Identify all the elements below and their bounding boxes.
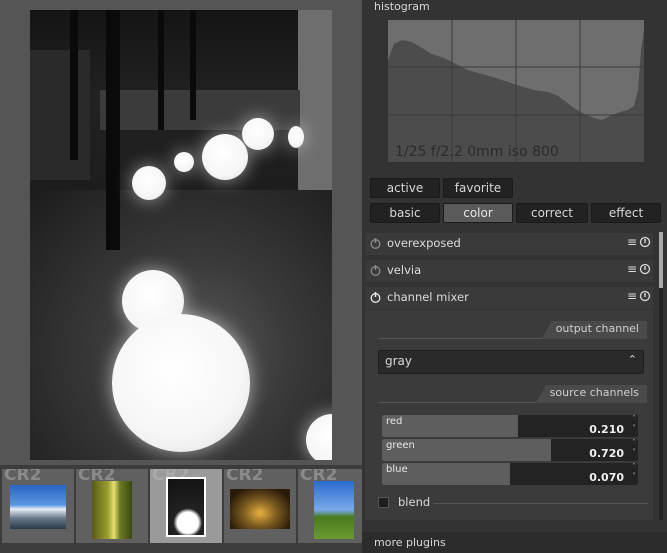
chevron-updown-icon: ⌃ <box>627 353 637 366</box>
slider-value: 0.070 <box>589 471 624 484</box>
tab-correct[interactable]: correct <box>516 203 588 223</box>
thumbnail-image-mountains <box>10 485 66 529</box>
source-channels-label: source channels <box>535 385 647 403</box>
output-channel-select[interactable]: gray ⌃ <box>378 350 644 374</box>
reset-icon[interactable] <box>639 290 651 302</box>
power-icon[interactable] <box>369 291 382 304</box>
photo-glow-sphere <box>202 134 248 180</box>
tab-color[interactable]: color <box>443 203 513 223</box>
slider-blue[interactable]: blue 0.070 ˄ ˅ <box>382 463 638 485</box>
slider-red[interactable]: red 0.210 ˄ ˅ <box>382 415 638 437</box>
output-channel-label: output channel <box>541 321 647 339</box>
tab-favorite[interactable]: favorite <box>443 178 513 198</box>
module-label: overexposed <box>387 236 461 250</box>
tab-active[interactable]: active <box>370 178 440 198</box>
thumbnail-image-courtyard <box>230 489 290 529</box>
section-divider <box>379 338 549 339</box>
module-overexposed[interactable]: overexposed ≡ <box>365 233 653 255</box>
photo-tree <box>106 10 120 250</box>
thumbnail-extension: CR2 <box>226 469 264 485</box>
module-label: velvia <box>387 263 422 277</box>
photo-preview[interactable] <box>30 10 332 460</box>
thumbnail-image-field <box>314 481 354 539</box>
slider-green[interactable]: green 0.720 ˄ ˅ <box>382 439 638 461</box>
photo-tree <box>190 10 196 120</box>
stepper-arrows-icon[interactable]: ˄ ˅ <box>632 415 636 434</box>
hamburger-menu-icon[interactable]: ≡ <box>627 262 637 276</box>
module-channel-mixer[interactable]: channel mixer ≡ <box>365 287 653 309</box>
output-channel-value: gray <box>385 354 413 368</box>
thumbnail-image-alley <box>92 481 132 539</box>
histogram[interactable]: 1/25 f/2.2 0mm iso 800 <box>388 20 644 162</box>
right-panel: histogram 1/25 f/2.2 0mm iso 800 active … <box>362 0 667 553</box>
photo-glow-sphere <box>242 118 274 150</box>
photo-tree <box>158 10 164 130</box>
stepper-arrows-icon[interactable]: ˄ ˅ <box>632 439 636 458</box>
filmstrip-thumbnail[interactable]: CR2 <box>298 469 370 543</box>
more-plugins-label[interactable]: more plugins <box>374 536 446 549</box>
slider-label: red <box>386 416 403 427</box>
histogram-exif-info: 1/25 f/2.2 0mm iso 800 <box>395 144 559 160</box>
scrollbar-thumb[interactable] <box>659 232 663 288</box>
reset-icon[interactable] <box>639 263 651 275</box>
power-icon[interactable] <box>369 237 382 250</box>
slider-value: 0.210 <box>589 423 624 436</box>
reset-icon[interactable] <box>639 236 651 248</box>
histogram-graph <box>388 20 644 162</box>
section-divider <box>379 402 539 403</box>
power-icon[interactable] <box>369 264 382 277</box>
photo-glow-sphere <box>132 166 166 200</box>
blend-checkbox[interactable] <box>378 497 389 508</box>
photo-building <box>30 50 90 180</box>
filmstrip-thumbnail[interactable]: CR2 <box>2 469 74 543</box>
tab-effect[interactable]: effect <box>591 203 661 223</box>
tab-basic[interactable]: basic <box>370 203 440 223</box>
photo-tree <box>70 10 78 160</box>
hamburger-menu-icon[interactable]: ≡ <box>627 289 637 303</box>
photo-glow-sphere <box>112 314 250 452</box>
filmstrip-thumbnail[interactable]: CR2 <box>76 469 148 543</box>
hamburger-menu-icon[interactable]: ≡ <box>627 235 637 249</box>
slider-label: green <box>386 440 415 451</box>
blend-row[interactable]: blend <box>378 494 648 512</box>
center-view <box>0 0 362 465</box>
filmstrip-thumbnail-selected[interactable]: CR2 <box>150 469 222 543</box>
thumbnail-extension: CR2 <box>4 469 42 485</box>
photo-glow-sphere <box>174 152 194 172</box>
filmstrip-thumbnail[interactable]: CR2 <box>224 469 296 543</box>
thumbnail-image-spheres <box>166 477 206 537</box>
slider-value: 0.720 <box>589 447 624 460</box>
photo-glow-sphere <box>288 126 304 148</box>
stepper-arrows-icon[interactable]: ˄ ˅ <box>632 463 636 482</box>
module-label: channel mixer <box>387 290 469 304</box>
histogram-title: histogram <box>374 0 430 13</box>
slider-label: blue <box>386 464 408 475</box>
module-velvia[interactable]: velvia ≡ <box>365 260 653 282</box>
blend-label: blend <box>398 495 431 509</box>
filmstrip: CR2 CR2 CR2 CR2 CR2 <box>0 465 370 553</box>
channel-mixer-body: output channel gray ⌃ source channels re… <box>365 310 653 520</box>
section-divider <box>434 503 648 504</box>
